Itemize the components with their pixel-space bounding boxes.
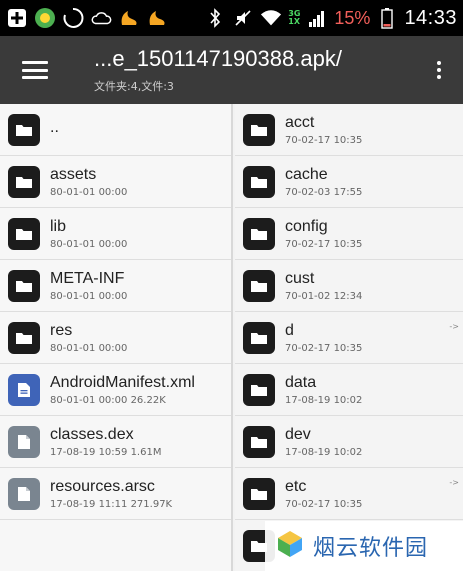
file-meta: 80-01-01 00:00 [50, 186, 128, 198]
file-name: cust [285, 269, 315, 287]
file-name: acct [285, 113, 315, 131]
file-name: resources.arsc [50, 477, 155, 495]
folder-icon [8, 269, 40, 302]
file-name: d [285, 321, 294, 339]
right-file-panel[interactable]: acct 70-02-17 10:35 cache 70-02-03 17:55 c… [235, 104, 463, 571]
battery-percent: 15% [334, 7, 371, 28]
file-meta: 17-08-19 11:11 271.97K [50, 498, 173, 510]
list-item[interactable]: META-INF 80-01-01 00:00 [0, 260, 231, 312]
file-meta: 17-08-19 10:02 [285, 446, 363, 458]
file-name: META-INF [50, 269, 125, 287]
sync-icon [62, 7, 84, 29]
folder-icon [8, 113, 40, 146]
list-item[interactable]: res 80-01-01 00:00 [0, 312, 231, 364]
file-meta: 17-08-19 10:59 1.61M [50, 446, 162, 458]
file-meta: 70-02-17 10:35 [285, 238, 363, 250]
folder-icon [8, 217, 40, 250]
list-item[interactable]: cust 70-01-02 12:34 [235, 260, 463, 312]
folder-file-count: 文件夹:4,文件:3 [94, 80, 174, 93]
folder-icon [8, 321, 40, 354]
list-item[interactable]: AndroidManifest.xml 80-01-01 00:00 26.22K [0, 364, 231, 416]
file-meta: 80-01-01 00:00 [50, 342, 128, 354]
binary-file-icon [8, 425, 40, 458]
folder-icon [243, 321, 275, 354]
clock: 14:33 [404, 6, 457, 29]
watermark: 烟云软件园 [265, 521, 463, 571]
list-item[interactable]: cache 70-02-03 17:55 [235, 156, 463, 208]
xml-file-icon [8, 373, 40, 406]
folder-icon [243, 269, 275, 302]
list-item[interactable]: .. [0, 104, 231, 156]
file-meta: 70-02-17 10:35 [285, 134, 363, 146]
path-header: ...e_1501147190388.apk/ 文件夹:4,文件:3 [70, 46, 415, 94]
navigation-drawer-button[interactable] [0, 36, 70, 104]
battery-icon [376, 7, 398, 29]
list-item[interactable]: lib 80-01-01 00:00 [0, 208, 231, 260]
uc-browser-icon [118, 7, 140, 29]
file-name: config [285, 217, 328, 235]
symlink-indicator: -> [449, 478, 459, 487]
watermark-text: 烟云软件园 [313, 536, 429, 561]
signal-icon [306, 7, 328, 29]
folder-icon [243, 477, 275, 510]
bluetooth-icon [204, 7, 226, 29]
file-meta: 80-01-01 00:00 [50, 238, 128, 250]
file-meta: 80-01-01 00:00 26.22K [50, 394, 166, 406]
file-meta: 17-08-19 10:02 [285, 394, 363, 406]
file-name: AndroidManifest.xml [50, 373, 195, 391]
list-item[interactable]: d 70-02-17 10:35 -> [235, 312, 463, 364]
file-name: .. [50, 119, 59, 136]
current-path: ...e_1501147190388.apk/ [94, 46, 342, 71]
list-item[interactable]: assets 80-01-01 00:00 [0, 156, 231, 208]
folder-icon [243, 425, 275, 458]
network-type: 3G 1X [288, 9, 301, 26]
list-item[interactable]: dev 17-08-19 10:02 [235, 416, 463, 468]
watermark-logo-icon [275, 529, 305, 563]
file-meta: 70-02-03 17:55 [285, 186, 363, 198]
more-vert-icon [437, 61, 441, 65]
hamburger-icon [22, 61, 48, 79]
cloud-icon [90, 7, 112, 29]
folder-icon [243, 217, 275, 250]
list-item[interactable]: acct 70-02-17 10:35 [235, 104, 463, 156]
binary-file-icon [8, 477, 40, 510]
toolbar: ...e_1501147190388.apk/ 文件夹:4,文件:3 [0, 36, 463, 104]
list-item[interactable]: config 70-02-17 10:35 [235, 208, 463, 260]
list-item[interactable]: data 17-08-19 10:02 [235, 364, 463, 416]
file-name: cache [285, 165, 328, 183]
left-file-panel[interactable]: .. assets 80-01-01 00:00 lib 80-01-01 00:0… [0, 104, 233, 571]
app-icon [34, 7, 56, 29]
wifi-icon [260, 7, 282, 29]
status-bar: 3G 1X 15% 14:33 [0, 0, 463, 36]
file-meta: 70-01-02 12:34 [285, 290, 363, 302]
file-name: assets [50, 165, 97, 183]
uc-browser-icon [146, 7, 168, 29]
file-meta: 70-02-17 10:35 [285, 498, 363, 510]
symlink-indicator: -> [449, 322, 459, 331]
file-name: dev [285, 425, 311, 443]
file-meta: 80-01-01 00:00 [50, 290, 128, 302]
file-name: res [50, 321, 73, 339]
file-name: etc [285, 477, 307, 495]
file-name: data [285, 373, 317, 391]
list-item[interactable]: resources.arsc 17-08-19 11:11 271.97K [0, 468, 231, 520]
mute-icon [232, 7, 254, 29]
list-item[interactable]: classes.dex 17-08-19 10:59 1.61M [0, 416, 231, 468]
folder-icon [8, 165, 40, 198]
folder-icon [243, 113, 275, 146]
plus-box-icon [6, 7, 28, 29]
more-options-button[interactable] [415, 36, 463, 104]
folder-icon [243, 373, 275, 406]
file-meta: 70-02-17 10:35 [285, 342, 363, 354]
file-name: classes.dex [50, 425, 134, 443]
list-item[interactable]: etc 70-02-17 10:35 -> [235, 468, 463, 520]
file-name: lib [50, 217, 67, 235]
folder-icon [243, 165, 275, 198]
